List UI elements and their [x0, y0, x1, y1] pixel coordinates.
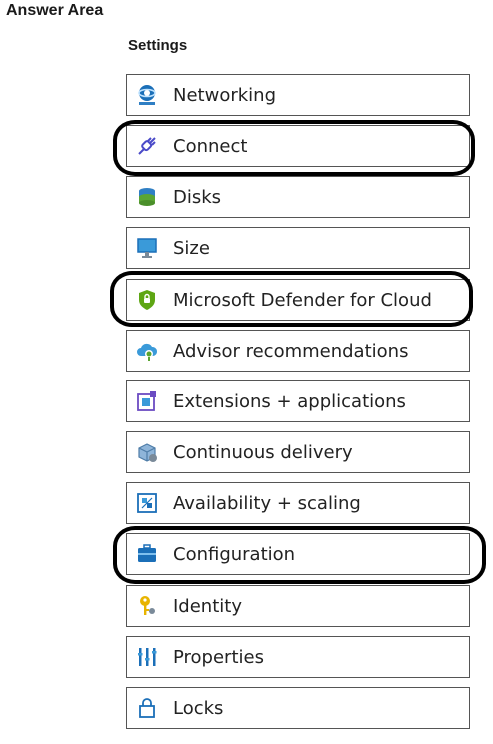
- disks-icon: [134, 184, 160, 210]
- menu-item-availability-scaling[interactable]: Availability + scaling: [126, 482, 470, 524]
- extensions-icon: [134, 388, 160, 414]
- menu-item-microsoft-defender-for-cloud[interactable]: Microsoft Defender for Cloud: [126, 279, 470, 321]
- menu-item-size[interactable]: Size: [126, 227, 470, 269]
- identity-key-icon: [134, 593, 160, 619]
- menu-item-label: Availability + scaling: [173, 492, 361, 514]
- menu-item-label: Extensions + applications: [173, 390, 406, 412]
- lock-icon: [134, 695, 160, 721]
- settings-heading: Settings: [128, 37, 188, 54]
- menu-item-disks[interactable]: Disks: [126, 176, 470, 218]
- menu-item-advisor-recommendations[interactable]: Advisor recommendations: [126, 330, 470, 372]
- menu-item-configuration[interactable]: Configuration: [126, 533, 470, 575]
- menu-item-networking[interactable]: Networking: [126, 74, 470, 116]
- menu-item-locks[interactable]: Locks: [126, 687, 470, 729]
- menu-item-label: Properties: [173, 646, 264, 668]
- menu-item-label: Networking: [173, 84, 276, 106]
- defender-shield-icon: [134, 287, 160, 313]
- networking-icon: [134, 82, 160, 108]
- properties-icon: [134, 644, 160, 670]
- menu-item-connect[interactable]: Connect: [126, 125, 470, 167]
- menu-item-label: Microsoft Defender for Cloud: [173, 289, 432, 311]
- menu-item-label: Continuous delivery: [173, 441, 353, 463]
- availability-scaling-icon: [134, 490, 160, 516]
- menu-item-extensions-applications[interactable]: Extensions + applications: [126, 380, 470, 422]
- menu-item-label: Advisor recommendations: [173, 340, 409, 362]
- menu-item-identity[interactable]: Identity: [126, 585, 470, 627]
- continuous-delivery-icon: [134, 439, 160, 465]
- menu-item-label: Identity: [173, 595, 242, 617]
- menu-item-properties[interactable]: Properties: [126, 636, 470, 678]
- menu-item-label: Locks: [173, 697, 224, 719]
- answer-area-title: Answer Area: [6, 2, 104, 19]
- menu-item-label: Configuration: [173, 543, 296, 565]
- menu-item-label: Connect: [173, 135, 248, 157]
- menu-item-label: Size: [173, 237, 210, 259]
- menu-item-label: Disks: [173, 186, 222, 208]
- menu-item-continuous-delivery[interactable]: Continuous delivery: [126, 431, 470, 473]
- advisor-cloud-icon: [134, 338, 160, 364]
- configuration-icon: [134, 541, 160, 567]
- size-icon: [134, 235, 160, 261]
- connect-icon: [134, 133, 160, 159]
